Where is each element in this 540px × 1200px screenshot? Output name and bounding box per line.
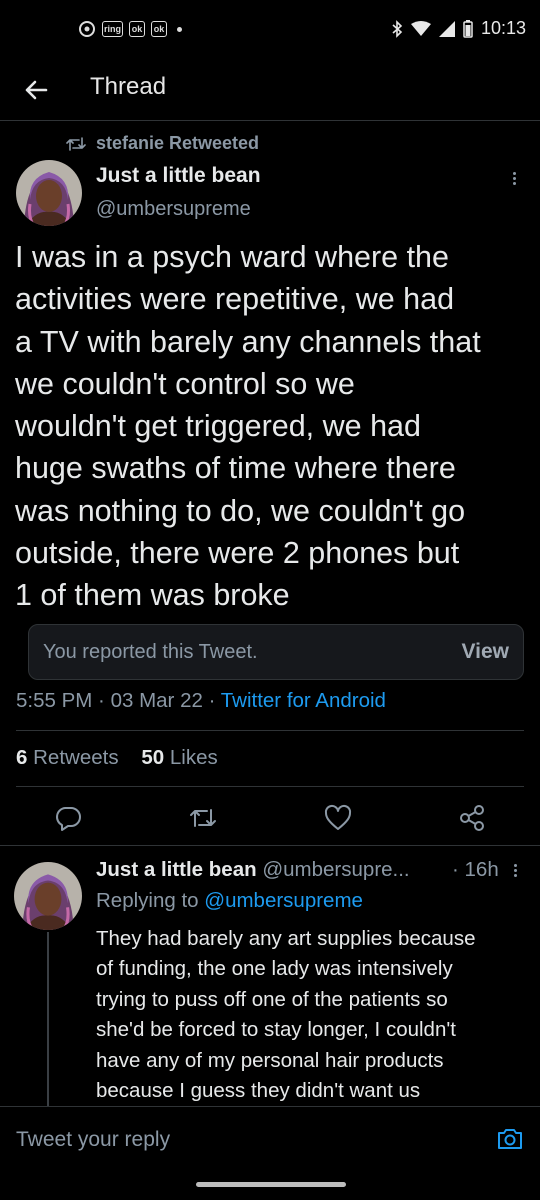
avatar-image bbox=[14, 862, 82, 930]
tweet-text-line: was nothing to do, we couldn't go bbox=[15, 493, 466, 528]
tweet-meta: 5:55 PM · 03 Mar 22 · Twitter for Androi… bbox=[16, 689, 386, 712]
home-gesture-pill[interactable] bbox=[196, 1182, 346, 1187]
status-bar: ring ok ok 10:13 bbox=[0, 0, 540, 62]
tweet-text-line: we couldn't control so we bbox=[15, 366, 355, 401]
reply-text-line: trying to puss off one of the patients s… bbox=[96, 987, 448, 1011]
divider bbox=[16, 786, 524, 787]
retweets-count-link[interactable]: 6 Retweets bbox=[16, 746, 119, 769]
tweet-text-line: a TV with barely any channels that bbox=[15, 324, 481, 359]
divider bbox=[0, 845, 540, 846]
reply-more-options-icon[interactable] bbox=[512, 862, 518, 879]
retweeted-by-label: stefanie Retweeted bbox=[96, 133, 260, 153]
retweets-count: 6 bbox=[16, 746, 28, 769]
system-icons: 10:13 bbox=[391, 18, 526, 39]
author-handle[interactable]: @umbersupreme bbox=[96, 198, 251, 221]
view-button[interactable]: View bbox=[462, 640, 509, 664]
reply-composer[interactable]: Tweet your reply bbox=[0, 1106, 540, 1173]
avatar-image bbox=[16, 160, 82, 226]
retweets-label: Retweets bbox=[33, 746, 119, 769]
reply-author-name: Just a little bean bbox=[96, 858, 257, 881]
reply-text-line: have any of my personal hair products bbox=[96, 1048, 444, 1072]
reply-input-placeholder[interactable]: Tweet your reply bbox=[16, 1128, 170, 1152]
replying-to-label: Replying to bbox=[96, 889, 199, 912]
tweet-date: 03 Mar 22 bbox=[110, 689, 203, 712]
battery-icon bbox=[463, 19, 473, 38]
reported-notice: You reported this Tweet. View bbox=[28, 624, 524, 680]
reply-text: They had barely any art supplies because… bbox=[96, 924, 528, 1106]
app-notification-icon bbox=[79, 21, 95, 37]
retweet-icon[interactable] bbox=[187, 802, 219, 834]
likes-label: Likes bbox=[169, 746, 218, 769]
notification-icons: ring ok ok bbox=[78, 20, 182, 38]
tweet-text-line: outside, there were 2 phones but bbox=[15, 536, 460, 571]
tweet-time: 5:55 PM bbox=[16, 689, 93, 712]
tweet-text: I was in a psych ward where the activiti… bbox=[15, 236, 530, 617]
camera-icon[interactable] bbox=[496, 1125, 524, 1153]
author-name[interactable]: Just a little bean bbox=[96, 164, 261, 188]
replying-to-handle[interactable]: @umbersupreme bbox=[204, 889, 363, 912]
retweet-context[interactable]: stefanie Retweeted bbox=[66, 133, 259, 154]
tweet-text-line: huge swaths of time where there bbox=[15, 451, 456, 486]
ok-icon: ok bbox=[151, 21, 167, 37]
wifi-icon bbox=[410, 20, 431, 36]
reply-time: · 16h bbox=[452, 858, 499, 881]
back-arrow-icon[interactable] bbox=[20, 74, 52, 106]
ok-icon: ok bbox=[129, 21, 145, 37]
avatar[interactable] bbox=[16, 160, 82, 226]
reply-icon[interactable] bbox=[52, 802, 84, 834]
reply-text-line: she'd be forced to stay longer, I couldn… bbox=[96, 1018, 456, 1042]
thread-connector bbox=[47, 932, 49, 1107]
like-icon[interactable] bbox=[322, 802, 354, 834]
tweet-text-line: I was in a psych ward where the bbox=[15, 240, 449, 274]
reply-author-handle: @umbersupre... bbox=[262, 858, 410, 881]
reply-text-line: They had barely any art supplies because bbox=[96, 927, 476, 950]
clock: 10:13 bbox=[480, 18, 526, 38]
tweet-text-line: activities were repetitive, we had bbox=[15, 282, 455, 317]
ring-icon: ring bbox=[102, 21, 123, 37]
reply-text-line: of funding, the one lady was intensively bbox=[96, 957, 453, 981]
system-nav-bar bbox=[0, 1172, 540, 1200]
tweet-text-line: wouldn't get triggered, we had bbox=[15, 409, 421, 444]
more-options-icon[interactable] bbox=[511, 170, 517, 187]
reply-header[interactable]: Just a little bean @umbersupre... bbox=[96, 858, 410, 882]
tweet-source-link[interactable]: Twitter for Android bbox=[221, 689, 386, 712]
reply-text-line: because I guess they didn't want us bbox=[96, 1079, 421, 1103]
top-bar: Thread bbox=[0, 62, 540, 121]
reply-time-value: 16h bbox=[464, 858, 499, 881]
share-icon[interactable] bbox=[456, 802, 488, 834]
reported-text: You reported this Tweet. bbox=[43, 641, 258, 663]
likes-count: 50 bbox=[141, 746, 165, 769]
replying-to: Replying to @umbersupreme bbox=[96, 889, 363, 913]
retweet-icon bbox=[66, 136, 86, 151]
page-title: Thread bbox=[90, 73, 167, 100]
bluetooth-icon bbox=[392, 19, 403, 38]
likes-count-link[interactable]: 50 Likes bbox=[141, 746, 217, 769]
tweet-text-line: 1 of them was broke bbox=[15, 578, 290, 613]
engagement-counts: 6 Retweets 50 Likes bbox=[16, 746, 218, 770]
signal-icon bbox=[438, 20, 455, 37]
more-notifications-dot bbox=[177, 26, 182, 32]
reply-avatar[interactable] bbox=[14, 862, 82, 930]
divider bbox=[16, 730, 524, 731]
